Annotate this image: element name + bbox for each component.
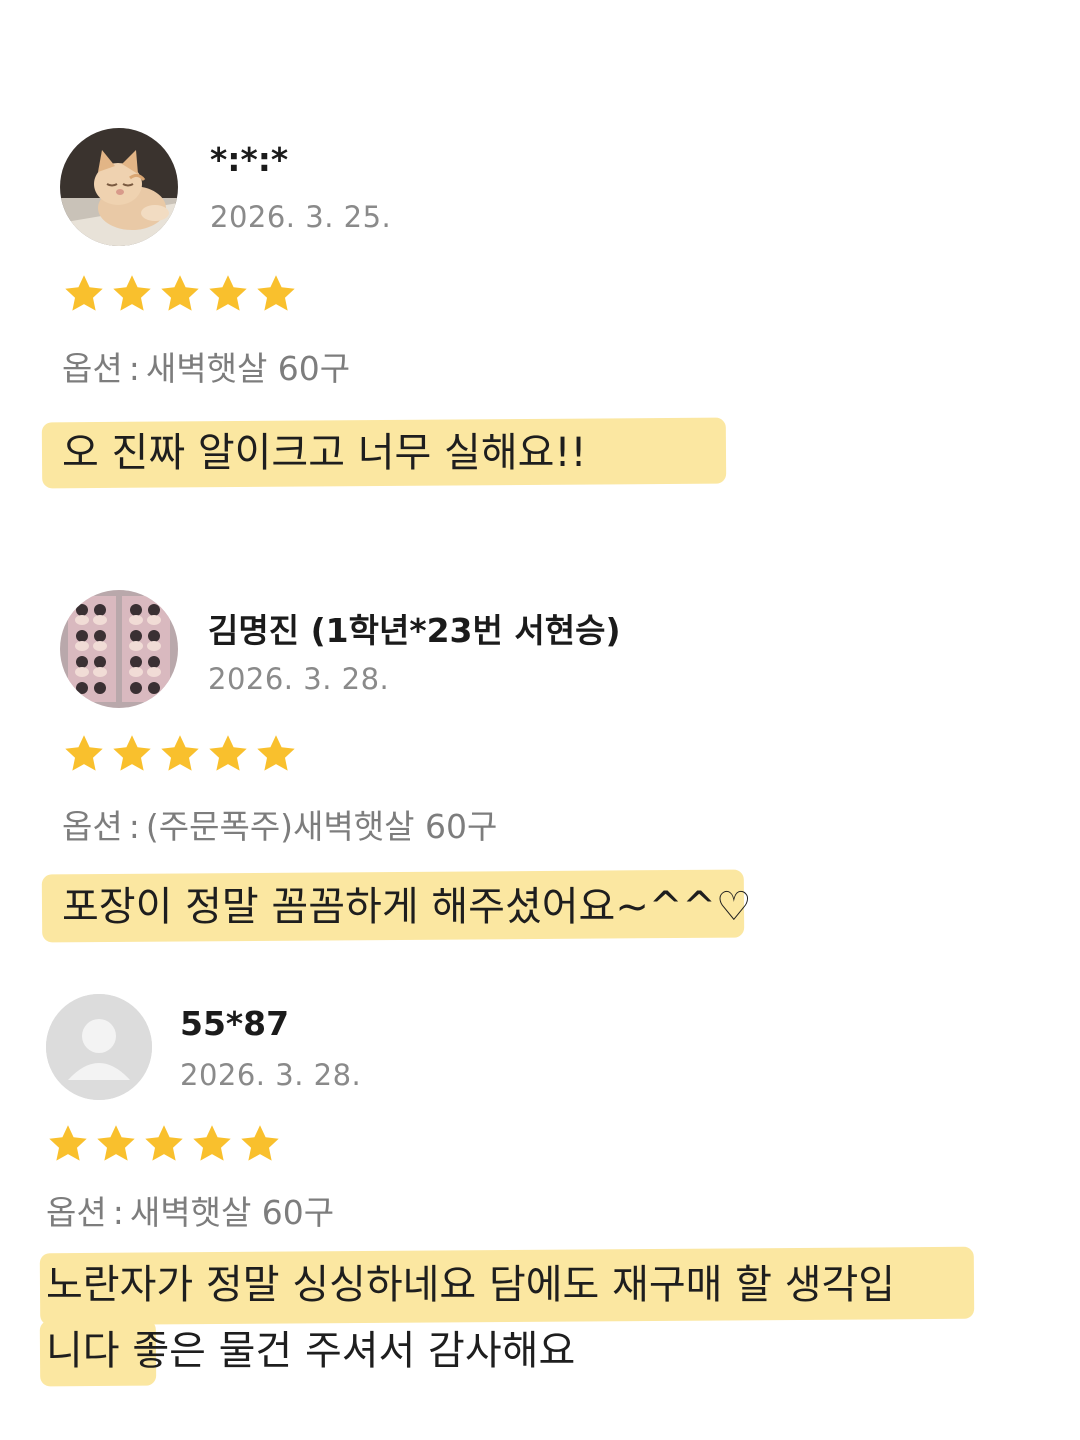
review-text-line: 니다 좋은 물건 주셔서 감사해요	[46, 1328, 576, 1374]
option-info: 옵션: 새벽햇살 60구	[46, 1186, 334, 1234]
star-rating	[62, 272, 298, 316]
review-date: 2026. 3. 25.	[210, 200, 392, 234]
star-icon	[62, 272, 106, 316]
option-label: 옵션	[62, 349, 123, 388]
option-separator: :	[128, 349, 140, 388]
star-icon	[46, 1122, 90, 1166]
review-text-line: 노란자가 정말 싱싱하네요 담에도 재구매 할 생각입	[46, 1262, 896, 1308]
star-icon	[94, 1122, 138, 1166]
option-value: (주문폭주)새벽햇살 60구	[145, 807, 498, 846]
avatar[interactable]	[60, 590, 178, 708]
star-rating	[46, 1122, 282, 1166]
review-date: 2026. 3. 28.	[208, 662, 390, 696]
option-info: 옵션: 새벽햇살 60구	[62, 342, 350, 390]
option-value: 새벽햇살 60구	[129, 1193, 335, 1232]
option-label: 옵션	[46, 1193, 107, 1232]
star-icon	[254, 732, 298, 776]
group-photo	[60, 590, 178, 708]
star-icon	[206, 732, 250, 776]
star-icon	[238, 1122, 282, 1166]
review-text-line: 포장이 정말 꼼꼼하게 해주셨어요~^^♡	[62, 884, 752, 930]
avatar[interactable]	[46, 994, 152, 1100]
option-separator: :	[128, 807, 140, 846]
option-label: 옵션	[62, 807, 123, 846]
star-icon	[254, 272, 298, 316]
star-icon	[158, 272, 202, 316]
option-separator: :	[112, 1193, 124, 1232]
star-icon	[190, 1122, 234, 1166]
option-value: 새벽햇살 60구	[145, 349, 351, 388]
reviewer-name: 김명진 (1학년*23번 서현승)	[208, 611, 621, 650]
user-silhouette-icon	[46, 994, 152, 1100]
star-icon	[158, 732, 202, 776]
star-icon	[110, 732, 154, 776]
star-icon	[110, 272, 154, 316]
review-text: 오 진짜 알이크고 너무 실해요!!	[62, 420, 587, 486]
review-text-line: 오 진짜 알이크고 너무 실해요!!	[62, 430, 587, 476]
reviewer-name: 55*87	[180, 1004, 290, 1043]
option-info: 옵션: (주문폭주)새벽햇살 60구	[62, 800, 497, 848]
star-icon	[206, 272, 250, 316]
avatar[interactable]	[60, 128, 178, 246]
cat-photo	[60, 128, 178, 246]
star-icon	[142, 1122, 186, 1166]
reviewer-name: *:*:*	[210, 140, 289, 179]
star-icon	[62, 732, 106, 776]
review-date: 2026. 3. 28.	[180, 1058, 362, 1092]
review-text: 노란자가 정말 싱싱하네요 담에도 재구매 할 생각입 니다 좋은 물건 주셔서…	[46, 1252, 895, 1384]
review-text: 포장이 정말 꼼꼼하게 해주셨어요~^^♡	[62, 874, 752, 940]
star-rating	[62, 732, 298, 776]
